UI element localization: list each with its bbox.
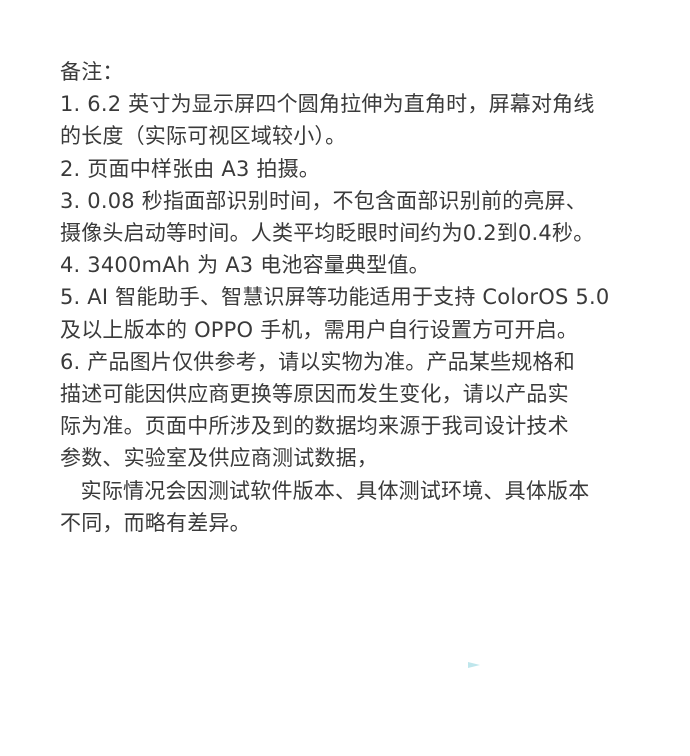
notes-line-7: 5. AI 智能助手、智慧识屏等功能适用于支持 ColorOS 5.0 (60, 285, 610, 310)
notes-line-5: 摄像头启动等时间。人类平均眨眼时间约为0.2到0.4秒。 (60, 221, 595, 246)
notes-line-6: 4. 3400mAh 为 A3 电池容量典型值。 (60, 253, 430, 278)
decorative-mark (468, 662, 480, 668)
notes-line-3: 2. 页面中样张由 A3 拍摄。 (60, 156, 320, 181)
notes-line-11: 际为准。页面中所涉及到的数据均来源于我司设计技术 (60, 414, 569, 439)
decorative-mark-shape (468, 662, 480, 668)
notes-line-9: 6. 产品图片仅供参考，请以实物为准。产品某些规格和 (60, 349, 575, 374)
notes-block: 备注： 1. 6.2 英寸为显示屏四个圆角拉伸为直角时，屏幕对角线 的长度（实际… (60, 56, 680, 539)
notes-line-4: 3. 0.08 秒指面部识别时间，不包含面部识别前的亮屏、 (60, 188, 587, 213)
notes-line-8: 及以上版本的 OPPO 手机，需用户自行设置方可开启。 (60, 317, 579, 342)
notes-line-1: 1. 6.2 英寸为显示屏四个圆角拉伸为直角时，屏幕对角线 (60, 92, 595, 117)
notes-line-10: 描述可能因供应商更换等原因而发生变化，请以产品实 (60, 382, 569, 407)
notes-line-14: 不同，而略有差异。 (60, 510, 251, 535)
notes-line-12: 参数、实验室及供应商测试数据， (60, 446, 378, 471)
notes-line-13: 实际情况会因测试软件版本、具体测试环境、具体版本 (60, 478, 590, 503)
notes-line-2: 的长度（实际可视区域较小）。 (60, 124, 347, 149)
notes-heading: 备注： (60, 60, 124, 84)
